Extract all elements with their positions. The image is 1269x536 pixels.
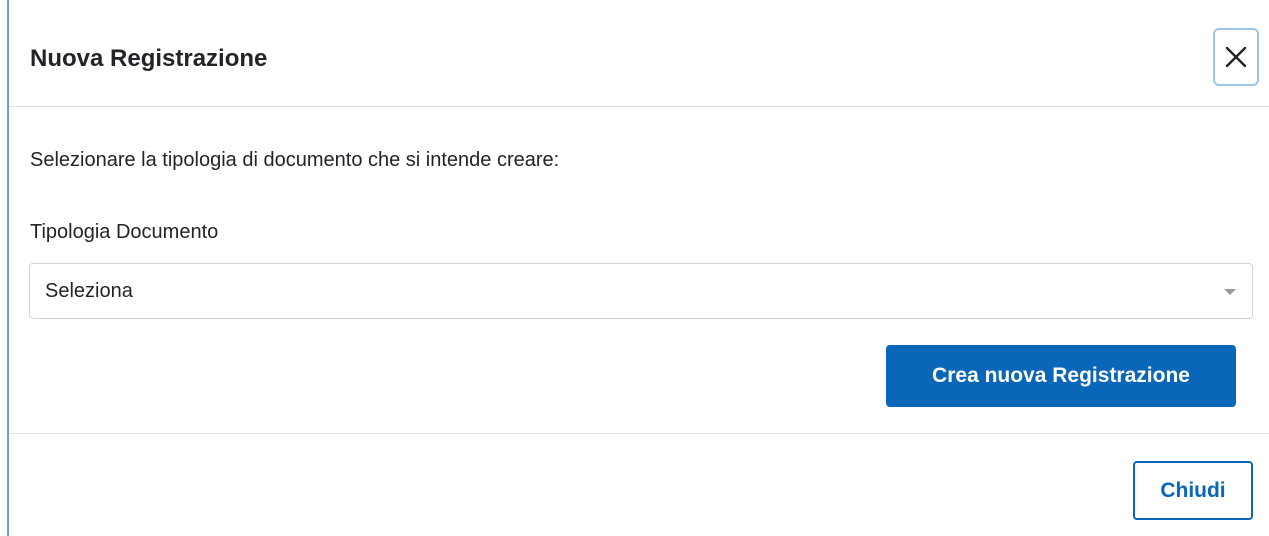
instruction-text: Selezionare la tipologia di documento ch…	[30, 149, 560, 171]
close-dialog-button[interactable]: Chiudi	[1133, 461, 1253, 520]
document-type-select[interactable]: Seleziona	[29, 263, 1253, 319]
new-registration-dialog: Nuova Registrazione Selezionare la tipol…	[0, 0, 1269, 536]
close-icon	[1225, 46, 1247, 68]
document-type-label: Tipologia Documento	[30, 221, 219, 243]
caret-down-icon	[1224, 289, 1236, 295]
dialog-title: Nuova Registrazione	[30, 45, 268, 72]
create-registration-button[interactable]: Crea nuova Registrazione	[886, 345, 1236, 407]
document-type-selected-value: Seleziona	[45, 280, 133, 302]
dialog-footer: Chiudi	[9, 434, 1269, 536]
dialog-header: Nuova Registrazione	[9, 0, 1269, 107]
close-button[interactable]	[1213, 28, 1259, 86]
dialog-body: Selezionare la tipologia di documento ch…	[9, 107, 1269, 434]
